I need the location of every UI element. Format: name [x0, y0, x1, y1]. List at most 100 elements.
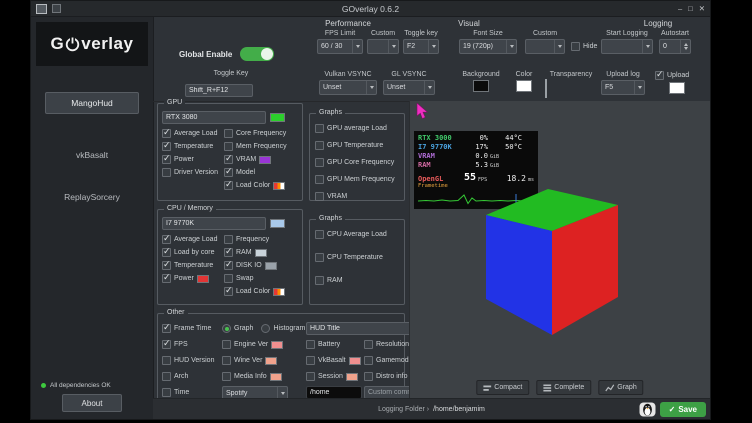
checkbox-graph-vram[interactable]: VRAM: [315, 190, 399, 203]
upload-checkbox[interactable]: Upload: [655, 69, 699, 82]
close-button[interactable]: ✕: [699, 4, 705, 13]
vkbasalt-color-swatch[interactable]: [349, 357, 361, 365]
app-logo: G verlay: [36, 22, 148, 66]
checkbox-arch[interactable]: Arch: [162, 370, 220, 383]
checkbox-frequency[interactable]: Frequency: [224, 233, 298, 246]
fps-toggle-key-dropdown[interactable]: F2: [403, 39, 439, 54]
maximize-button[interactable]: □: [688, 4, 693, 13]
fps-custom-dropdown[interactable]: [367, 39, 399, 54]
logging-folder-path[interactable]: /home/benjamim: [433, 406, 485, 413]
checkbox-wine-ver[interactable]: Wine Ver: [222, 354, 304, 367]
save-button[interactable]: ✓ Save: [660, 402, 706, 417]
hide-checkbox[interactable]: Hide: [571, 40, 597, 53]
checkbox-label: Mem Frequency: [236, 143, 287, 150]
compact-button[interactable]: Compact: [476, 380, 529, 395]
checkbox-gpu-load-color[interactable]: Load Color: [224, 179, 298, 192]
power-color-swatch[interactable]: [197, 275, 209, 283]
font-size-dropdown[interactable]: 19 (720p): [459, 39, 517, 54]
checkbox-graph-gpu-temperature[interactable]: GPU Temperature: [315, 139, 399, 152]
dependency-status: All dependencies OK: [41, 382, 111, 389]
autostart-spinner[interactable]: 0: [659, 39, 691, 54]
checkbox-graph-gpu-core-frequency[interactable]: GPU Core Frequency: [315, 156, 399, 169]
text-color-swatch[interactable]: [516, 80, 532, 92]
checkbox-hud-version[interactable]: HUD Version: [162, 354, 220, 367]
checkbox-ram[interactable]: RAM: [224, 246, 298, 259]
checkbox-core-frequency[interactable]: Core Frequency: [224, 127, 298, 140]
wine-color-swatch[interactable]: [265, 357, 277, 365]
checkbox-driver-version[interactable]: Driver Version: [162, 166, 224, 179]
checkbox-battery[interactable]: Battery: [306, 338, 362, 351]
checkbox-box: [655, 71, 664, 80]
checkbox-graph-cpu-temperature[interactable]: CPU Temperature: [315, 251, 399, 264]
checkbox-fps[interactable]: FPS: [162, 338, 220, 351]
sidebar-item-replaysorcery[interactable]: ReplaySorcery: [64, 192, 120, 202]
checkbox-swap[interactable]: Swap: [224, 272, 298, 285]
checkbox-vkbasalt[interactable]: VkBasalt: [306, 354, 362, 367]
checkbox-graph-gpu-mem-frequency[interactable]: GPU Mem Frequency: [315, 173, 399, 186]
checkbox-media-info[interactable]: Media Info: [222, 370, 304, 383]
media-color-swatch[interactable]: [270, 373, 282, 381]
checkbox-box: [571, 42, 580, 51]
checkbox-graph-cpu-average-load[interactable]: CPU Average Load: [315, 228, 399, 241]
checkbox-gpu-temperature[interactable]: Temperature: [162, 140, 224, 153]
app-icon: [36, 4, 47, 14]
overlay-vram-label: VRAM: [418, 152, 464, 160]
checkbox-graph-ram[interactable]: RAM: [315, 274, 399, 287]
background-color-swatch[interactable]: [473, 80, 489, 92]
checkbox-gpu-power[interactable]: Power: [162, 153, 224, 166]
gl-vsync-dropdown[interactable]: Unset: [383, 80, 435, 95]
checkbox-box: [222, 356, 231, 365]
sidebar-item-vkbasalt[interactable]: vkBasalt: [76, 150, 108, 160]
gpu-name-input[interactable]: [162, 111, 266, 124]
toggle-key-input[interactable]: [185, 84, 253, 97]
checkbox-graph-gpu-average-load[interactable]: GPU average Load: [315, 122, 399, 135]
session-color-swatch[interactable]: [346, 373, 358, 381]
global-enable-toggle[interactable]: [240, 47, 274, 61]
ram-color-swatch[interactable]: [255, 249, 267, 257]
upload-log-dropdown[interactable]: F5: [601, 80, 645, 95]
overlay-ram-label: RAM: [418, 161, 464, 169]
about-button[interactable]: About: [62, 394, 122, 412]
checkbox-session[interactable]: Session: [306, 370, 362, 383]
chevron-down-icon: [428, 40, 438, 53]
checkbox-frame-time[interactable]: Frame Time: [162, 322, 220, 335]
checkbox-engine-ver[interactable]: Engine Ver: [222, 338, 304, 351]
checkbox-mem-frequency[interactable]: Mem Frequency: [224, 140, 298, 153]
minimize-button[interactable]: –: [678, 4, 682, 13]
checkbox-model[interactable]: Model: [224, 166, 298, 179]
vulkan-vsync-dropdown[interactable]: Unset: [319, 80, 377, 95]
chevron-down-icon: [506, 40, 516, 53]
checkbox-cpu-power[interactable]: Power: [162, 272, 224, 285]
spinner-arrows-icon[interactable]: [680, 40, 690, 53]
overlay-cpu-load: 17%: [464, 143, 488, 151]
radio-graph[interactable]: Graph: [222, 322, 253, 335]
checkbox-cpu-average-load[interactable]: Average Load: [162, 233, 224, 246]
gpu-color-swatch[interactable]: [270, 113, 285, 122]
fps-limit-dropdown[interactable]: 60 / 30: [317, 39, 363, 54]
checkbox-vram[interactable]: VRAM: [224, 153, 298, 166]
font-custom-dropdown[interactable]: [525, 39, 565, 54]
upload-color-swatch[interactable]: [669, 82, 685, 94]
complete-button[interactable]: Complete: [536, 380, 591, 395]
checkbox-load-by-core[interactable]: Load by core: [162, 246, 224, 259]
checkbox-gpu-average-load[interactable]: Average Load: [162, 127, 224, 140]
overlay-vram-value: 0.0: [464, 152, 488, 160]
checkbox-cpu-load-color[interactable]: Load Color: [224, 285, 298, 298]
radio-histogram[interactable]: Histogram: [261, 322, 305, 335]
checkbox-box: [162, 340, 171, 349]
cpu-name-input[interactable]: [162, 217, 266, 230]
engine-color-swatch[interactable]: [271, 341, 283, 349]
transparency-picker-icon[interactable]: [545, 79, 547, 98]
cpu-color-swatch[interactable]: [270, 219, 285, 228]
graph-button[interactable]: Graph: [598, 380, 643, 395]
load-color-swatch[interactable]: [273, 182, 285, 190]
window-menu-icon[interactable]: [52, 4, 61, 13]
button-label: Graph: [617, 384, 636, 391]
load-color-swatch[interactable]: [273, 288, 285, 296]
disk-io-color-swatch[interactable]: [265, 262, 277, 270]
checkbox-cpu-temperature[interactable]: Temperature: [162, 259, 224, 272]
start-logging-dropdown[interactable]: [601, 39, 653, 54]
vram-color-swatch[interactable]: [259, 156, 271, 164]
sidebar-item-mangohud[interactable]: MangoHud: [45, 92, 139, 114]
checkbox-disk-io[interactable]: DISK IO: [224, 259, 298, 272]
